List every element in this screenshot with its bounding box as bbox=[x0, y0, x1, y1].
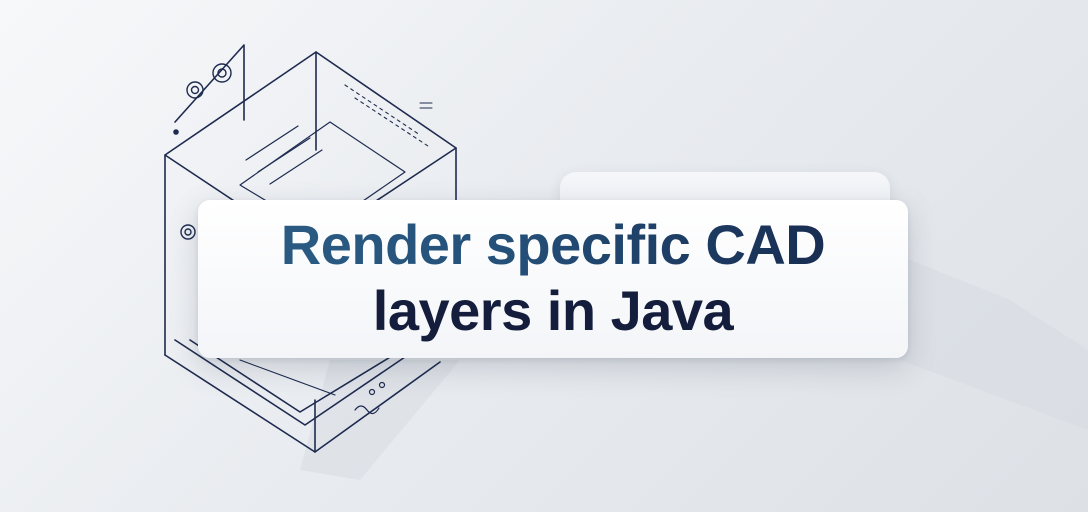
gear-icon bbox=[186, 63, 232, 99]
hero-title: Render specific CAD layers in Java bbox=[198, 212, 908, 344]
hero-title-line-1: Render specific CAD bbox=[198, 212, 908, 278]
hero-title-line-2: layers in Java bbox=[372, 279, 734, 342]
hero-banner: Render specific CAD layers in Java bbox=[0, 0, 1088, 512]
